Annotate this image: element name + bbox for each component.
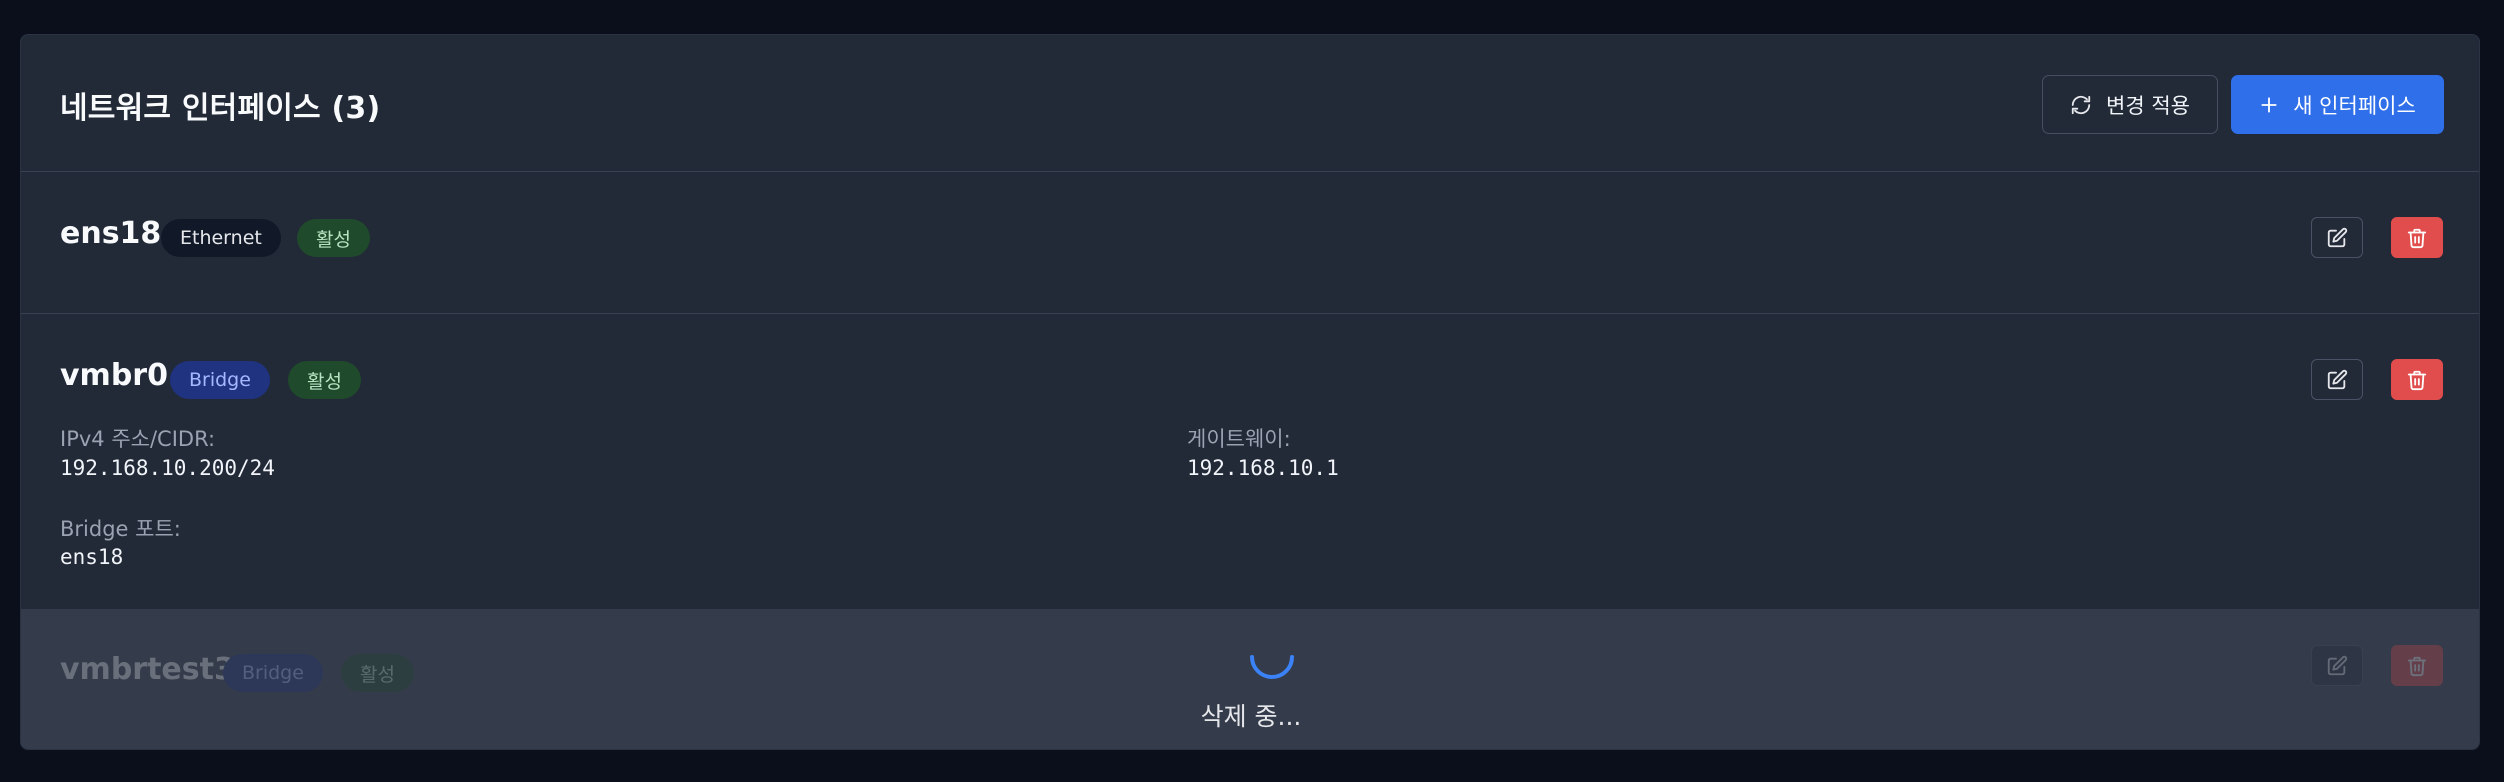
- network-interfaces-panel: 네트워크 인터페이스 (3) 변경 적용 새 인터페이스 ens18 Ether…: [20, 34, 2480, 750]
- deleting-status-text: 삭제 중...: [1200, 702, 1302, 731]
- edit-icon: [2327, 655, 2348, 675]
- interface-name: vmbr0: [60, 358, 168, 393]
- status-badge: 활성: [341, 654, 414, 692]
- interface-type-badge: Bridge: [170, 361, 270, 399]
- edit-icon: [2327, 227, 2348, 247]
- status-badge: 활성: [288, 361, 361, 399]
- interface-row-ens18: ens18 Ethernet 활성: [21, 172, 2479, 314]
- delete-button[interactable]: [2391, 359, 2443, 400]
- trash-icon: [2407, 656, 2427, 676]
- spinner-icon: [1250, 655, 1294, 679]
- plus-icon: [2261, 96, 2277, 113]
- interface-type-badge: Ethernet: [161, 219, 281, 257]
- status-badge: 활성: [297, 219, 370, 257]
- gateway-label: 게이트웨이:: [1187, 427, 1291, 451]
- page-title: 네트워크 인터페이스 (3): [60, 91, 381, 126]
- panel-header: 네트워크 인터페이스 (3) 변경 적용 새 인터페이스: [21, 35, 2479, 172]
- ipv4-label: IPv4 주소/CIDR:: [60, 427, 216, 451]
- edit-button[interactable]: [2311, 217, 2363, 258]
- edit-icon: [2327, 369, 2348, 389]
- interface-type-badge: Bridge: [223, 654, 323, 692]
- bridge-ports-label: Bridge 포트:: [60, 517, 181, 541]
- new-interface-label: 새 인터페이스: [2293, 93, 2416, 118]
- apply-changes-button[interactable]: 변경 적용: [2042, 75, 2218, 134]
- edit-button: [2311, 645, 2363, 686]
- delete-button: [2391, 645, 2443, 686]
- apply-changes-label: 변경 적용: [2106, 93, 2190, 118]
- trash-icon: [2407, 228, 2427, 248]
- trash-icon: [2407, 370, 2427, 390]
- interface-row-vmbr0: vmbr0 Bridge 활성 IPv4 주소/CIDR: 192.168.10…: [21, 314, 2479, 609]
- delete-button[interactable]: [2391, 217, 2443, 258]
- interface-name: vmbrtest3: [60, 652, 235, 687]
- edit-button[interactable]: [2311, 359, 2363, 400]
- bridge-ports-value: ens18: [60, 545, 124, 569]
- ipv4-value: 192.168.10.200/24: [60, 456, 275, 480]
- gateway-value: 192.168.10.1: [1187, 456, 1339, 480]
- interface-name: ens18: [60, 216, 162, 251]
- refresh-icon: [2071, 95, 2091, 114]
- new-interface-button[interactable]: 새 인터페이스: [2231, 75, 2444, 134]
- interface-row-vmbrtest3: vmbrtest3 Bridge 활성 삭제 중...: [21, 609, 2479, 749]
